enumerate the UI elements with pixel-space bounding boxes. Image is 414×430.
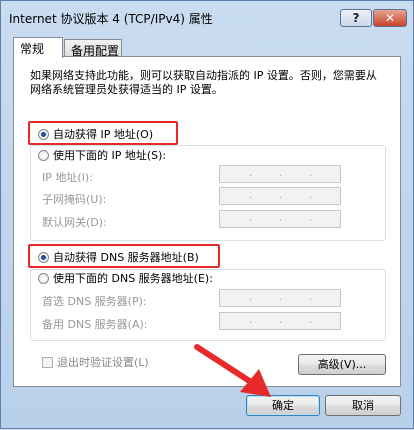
radio-dot (38, 149, 49, 161)
manual-ip-label: 使用下面的 IP 地址(S): (53, 149, 167, 162)
manual-ip-radio[interactable]: 使用下面的 IP 地址(S): (38, 147, 170, 163)
auto-ip-radio[interactable]: 自动获得 IP 地址(O) (38, 126, 153, 142)
auto-dns-label: 自动获得 DNS 服务器地址(B) (53, 251, 199, 264)
preferred-dns-label: 首选 DNS 服务器(P): (42, 295, 147, 308)
radio-dot-checked (38, 128, 49, 140)
advanced-button[interactable]: 高级(V)... (298, 354, 386, 375)
ok-button[interactable]: 确定 (246, 395, 320, 416)
radio-dot (38, 272, 49, 284)
window-title: Internet 协议版本 4 (TCP/IPv4) 属性 (9, 12, 213, 26)
radio-dot-checked (38, 251, 49, 263)
description-text: 如果网络支持此功能，则可以获取自动指派的 IP 设置。否则，您需要从网络系统管理… (30, 69, 377, 96)
close-icon: ✕ (384, 11, 396, 25)
ip-address-field[interactable]: ... (219, 165, 341, 183)
manual-dns-radio[interactable]: 使用下面的 DNS 服务器地址(E): (38, 270, 216, 286)
tab-alternate-config[interactable]: 备用配置 (64, 39, 122, 58)
auto-dns-radio[interactable]: 自动获得 DNS 服务器地址(B) (38, 249, 199, 265)
validate-on-exit-checkbox[interactable]: 退出时验证设置(L) (42, 354, 149, 370)
checkbox-box (42, 356, 53, 368)
dialog-window: Internet 协议版本 4 (TCP/IPv4) 属性 ? ✕ 常规 备用配… (0, 0, 414, 429)
alternate-dns-label: 备用 DNS 服务器(A): (42, 318, 148, 331)
default-gateway-label: 默认网关(D): (42, 216, 107, 229)
alternate-dns-field[interactable]: ... (219, 312, 341, 330)
auto-ip-label: 自动获得 IP 地址(O) (53, 128, 154, 141)
general-panel: 如果网络支持此功能，则可以获取自动指派的 IP 设置。否则，您需要从网络系统管理… (13, 56, 401, 387)
tab-general[interactable]: 常规 (13, 37, 63, 58)
manual-dns-label: 使用下面的 DNS 服务器地址(E): (53, 272, 213, 285)
title-bar[interactable]: Internet 协议版本 4 (TCP/IPv4) 属性 ? ✕ (1, 1, 413, 33)
cancel-button[interactable]: 取消 (325, 395, 401, 416)
subnet-mask-field[interactable]: ... (219, 187, 341, 205)
help-icon: ? (352, 11, 360, 25)
ip-address-label: IP 地址(I): (42, 171, 93, 184)
validate-on-exit-label: 退出时验证设置(L) (57, 356, 149, 369)
default-gateway-field[interactable]: ... (219, 210, 341, 228)
help-button[interactable]: ? (340, 9, 372, 27)
subnet-mask-label: 子网掩码(U): (42, 193, 107, 206)
close-button[interactable]: ✕ (373, 9, 407, 27)
preferred-dns-field[interactable]: ... (219, 289, 341, 307)
